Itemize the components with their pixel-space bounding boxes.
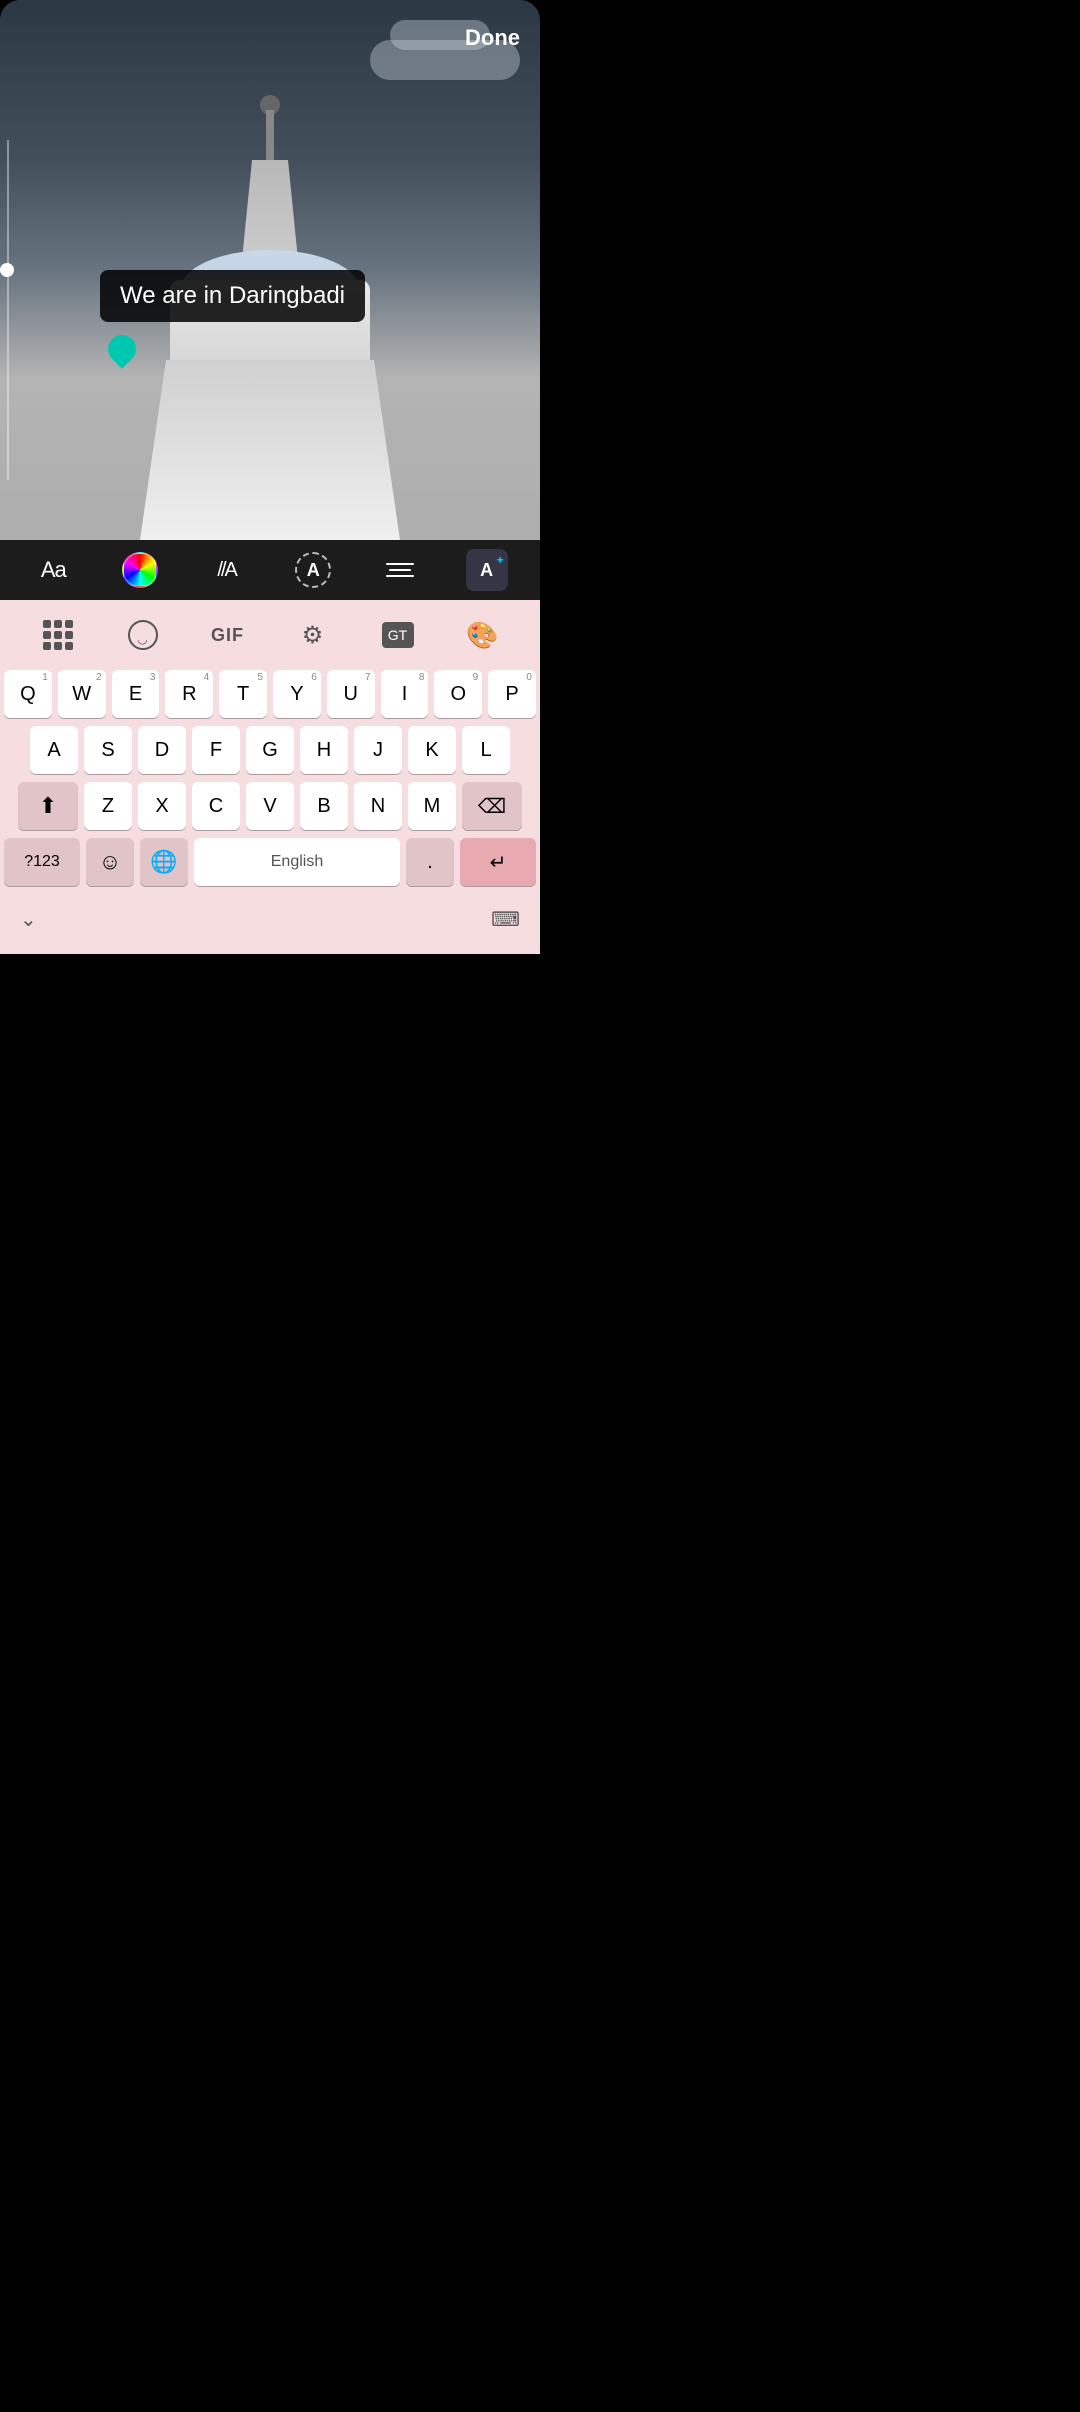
key-d[interactable]: D <box>138 726 186 774</box>
period-label: . <box>427 851 433 874</box>
key-rows: Q1 W2 E3 R4 T5 Y6 U7 I8 O9 P0 A S D F G … <box>0 670 540 886</box>
keyboard-icon-row: GIF ⚙ GT 🎨 <box>0 600 540 670</box>
slash-icon: //A <box>217 559 235 582</box>
palette-icon: 🎨 <box>466 620 498 651</box>
font-style-button[interactable]: Aa <box>27 544 79 596</box>
key-g[interactable]: G <box>246 726 294 774</box>
aplus-icon: A <box>466 549 508 591</box>
key-l[interactable]: L <box>462 726 510 774</box>
ai-text-button[interactable]: A <box>461 544 513 596</box>
language-label: English <box>271 853 323 871</box>
key-j[interactable]: J <box>354 726 402 774</box>
key-row-3: ⬆ Z X C V B N M ⌫ <box>4 782 536 830</box>
shift-key[interactable]: ⬆ <box>18 782 78 830</box>
key-m[interactable]: M <box>408 782 456 830</box>
key-u[interactable]: U7 <box>327 670 375 718</box>
color-picker-button[interactable] <box>114 544 166 596</box>
alignment-icon <box>386 563 414 577</box>
key-k[interactable]: K <box>408 726 456 774</box>
backspace-key[interactable]: ⌫ <box>462 782 522 830</box>
gif-button[interactable]: GIF <box>203 610 253 660</box>
text-overlay[interactable]: We are in Daringbadi <box>100 270 365 322</box>
numbers-key[interactable]: ?123 <box>4 838 80 886</box>
gear-icon: ⚙ <box>302 621 324 650</box>
opacity-slider-track <box>7 140 9 480</box>
return-icon: ↵ <box>490 850 507 875</box>
key-row-2: A S D F G H J K L <box>4 726 536 774</box>
key-q[interactable]: Q1 <box>4 670 52 718</box>
key-y[interactable]: Y6 <box>273 670 321 718</box>
globe-icon: 🌐 <box>150 849 177 875</box>
key-x[interactable]: X <box>138 782 186 830</box>
key-a[interactable]: A <box>30 726 78 774</box>
key-z[interactable]: Z <box>84 782 132 830</box>
face-icon <box>128 620 158 650</box>
key-n[interactable]: N <box>354 782 402 830</box>
stupa-image <box>140 220 400 540</box>
key-f[interactable]: F <box>192 726 240 774</box>
key-e[interactable]: E3 <box>112 670 160 718</box>
key-p[interactable]: P0 <box>488 670 536 718</box>
grid-icon <box>43 620 73 650</box>
key-v[interactable]: V <box>246 782 294 830</box>
opacity-slider-knob[interactable] <box>0 263 14 277</box>
keyboard-bottom-bar: ⌄ ⌨ <box>0 894 540 944</box>
settings-button[interactable]: ⚙ <box>288 610 338 660</box>
translate-button[interactable]: GT <box>373 610 423 660</box>
emoji-key[interactable]: ☺ <box>86 838 134 886</box>
emoji-icon: ☺ <box>99 849 121 875</box>
period-key[interactable]: . <box>406 838 454 886</box>
gif-icon: GIF <box>211 625 244 646</box>
keyboard-dismiss-icon[interactable]: ⌨ <box>491 907 520 932</box>
numbers-label: ?123 <box>24 853 60 871</box>
key-c[interactable]: C <box>192 782 240 830</box>
key-b[interactable]: B <box>300 782 348 830</box>
key-w[interactable]: W2 <box>58 670 106 718</box>
color-cursor[interactable] <box>108 335 136 369</box>
key-row-1: Q1 W2 E3 R4 T5 Y6 U7 I8 O9 P0 <box>4 670 536 718</box>
text-style-button[interactable]: A <box>287 544 339 596</box>
shift-icon: ⬆ <box>39 793 57 819</box>
sticker-button[interactable] <box>118 610 168 660</box>
aa-icon: Aa <box>41 557 66 583</box>
photo-canvas[interactable]: Done We are in Daringbadi <box>0 0 540 540</box>
a-circle-icon: A <box>295 552 331 588</box>
chevron-down-icon[interactable]: ⌄ <box>20 907 37 932</box>
globe-key[interactable]: 🌐 <box>140 838 188 886</box>
keyboard-area: GIF ⚙ GT 🎨 Q1 W2 E3 R4 T5 Y6 U7 <box>0 600 540 954</box>
key-i[interactable]: I8 <box>381 670 429 718</box>
backspace-icon: ⌫ <box>478 794 506 819</box>
alignment-button[interactable] <box>374 544 426 596</box>
return-key[interactable]: ↵ <box>460 838 536 886</box>
done-button[interactable]: Done <box>465 25 520 51</box>
key-row-4: ?123 ☺ 🌐 English . ↵ <box>4 838 536 886</box>
key-t[interactable]: T5 <box>219 670 267 718</box>
key-o[interactable]: O9 <box>434 670 482 718</box>
color-wheel-icon <box>122 552 158 588</box>
font-type-button[interactable]: //A <box>201 544 253 596</box>
space-key[interactable]: English <box>194 838 400 886</box>
text-toolbar: Aa //A A A <box>0 540 540 600</box>
apps-button[interactable] <box>33 610 83 660</box>
key-h[interactable]: H <box>300 726 348 774</box>
theme-button[interactable]: 🎨 <box>458 610 508 660</box>
key-r[interactable]: R4 <box>165 670 213 718</box>
translate-icon: GT <box>382 622 414 648</box>
key-s[interactable]: S <box>84 726 132 774</box>
